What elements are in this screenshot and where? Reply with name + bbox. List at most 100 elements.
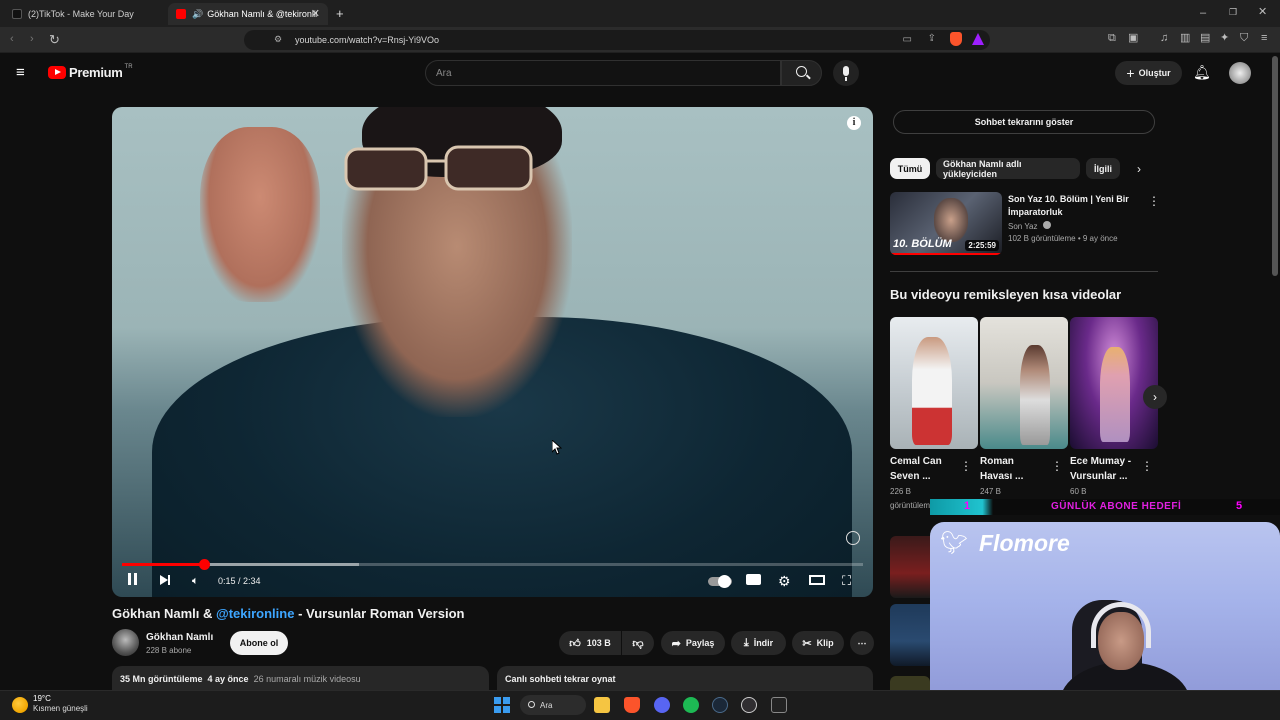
- chip-related[interactable]: İlgili: [1086, 158, 1120, 179]
- autoplay-toggle[interactable]: [708, 575, 732, 588]
- file-explorer-icon[interactable]: [594, 697, 610, 713]
- brave-rewards-icon[interactable]: [972, 33, 984, 45]
- more-horizontal-icon: ⋯: [857, 637, 867, 648]
- settings-button[interactable]: ⚙: [778, 573, 791, 589]
- create-button[interactable]: + Oluştur: [1115, 61, 1182, 85]
- dislike-button[interactable]: 👎︎: [622, 631, 654, 655]
- chips-next-icon[interactable]: ›: [1137, 163, 1141, 175]
- minimize-icon[interactable]: –: [1200, 8, 1206, 19]
- wallet-icon[interactable]: ▤: [1200, 33, 1210, 44]
- youtube-logo[interactable]: Premium TR: [48, 63, 133, 80]
- page-scrollbar[interactable]: [1272, 56, 1278, 276]
- more-actions-button[interactable]: ⋯: [850, 631, 874, 655]
- close-tab-icon[interactable]: ✕: [311, 7, 320, 20]
- url-field[interactable]: ⚙ youtube.com/watch?v=Rnsj-Yi9VOo ▭ ⇪: [244, 30, 990, 50]
- lower-thumbnail-2[interactable]: [890, 604, 930, 666]
- clip-label: Klip: [816, 638, 834, 648]
- short-1-menu-icon[interactable]: ⋮: [960, 460, 972, 472]
- download-button[interactable]: ⤓ İndir: [731, 631, 786, 655]
- recommended-thumbnail[interactable]: 10. BÖLÜM 2:25:59: [890, 192, 1002, 255]
- next-button[interactable]: [160, 573, 170, 589]
- tab-youtube[interactable]: 🔊 Gökhan Namlı & @tekironline ✕: [168, 3, 328, 25]
- short-3-menu-icon[interactable]: ⋮: [1141, 460, 1153, 472]
- subtitles-button[interactable]: [746, 573, 761, 589]
- cast-icon[interactable]: ▭: [903, 34, 912, 45]
- short-3-person: [1100, 347, 1130, 442]
- extensions-icon[interactable]: ⧉: [1108, 33, 1116, 44]
- short-thumbnail-2[interactable]: [980, 317, 1068, 449]
- recommended-channel[interactable]: Son Yaz: [1008, 221, 1051, 231]
- taskbar-search[interactable]: Ara: [520, 695, 586, 715]
- recommended-menu-icon[interactable]: ⋮: [1148, 195, 1160, 207]
- info-icon[interactable]: i: [847, 116, 861, 130]
- played-bar: [122, 563, 204, 566]
- vpn-icon[interactable]: ⛉: [1240, 33, 1248, 44]
- extension-icon[interactable]: ▣: [1128, 33, 1138, 44]
- discord-icon[interactable]: [654, 697, 670, 713]
- verified-icon: [1042, 221, 1051, 229]
- volume-button[interactable]: 🔈︎: [192, 573, 199, 589]
- voice-search-button[interactable]: [833, 60, 859, 86]
- chip-all[interactable]: Tümü: [890, 158, 930, 179]
- back-icon[interactable]: ‹: [10, 34, 14, 45]
- shorts-next-button[interactable]: ›: [1143, 385, 1167, 409]
- leo-ai-icon[interactable]: ✦: [1220, 33, 1229, 44]
- show-chat-replay-button[interactable]: Sohbet tekrarını göster: [893, 110, 1155, 134]
- reload-icon[interactable]: ↻: [49, 33, 60, 46]
- brave-shield-icon[interactable]: [950, 32, 962, 46]
- taskbar-search-icon: [528, 701, 535, 708]
- tab-tiktok[interactable]: (2)TikTok - Make Your Day: [4, 3, 164, 25]
- clip-button[interactable]: ✂ Klip: [792, 631, 844, 655]
- pause-button[interactable]: [128, 573, 137, 589]
- fullscreen-button[interactable]: ⛶: [842, 573, 851, 589]
- thumbnail-episode-text: 10. BÖLÜM: [893, 238, 952, 250]
- channel-name[interactable]: Gökhan Namlı: [146, 632, 213, 643]
- obs-icon[interactable]: [741, 697, 757, 713]
- channel-avatar[interactable]: [112, 629, 139, 656]
- recommended-title[interactable]: Son Yaz 10. Bölüm | Yeni Bir İmparatorlu…: [1008, 193, 1140, 219]
- short-2-title[interactable]: Roman Havası ...: [980, 454, 1050, 484]
- lower-thumbnail-1[interactable]: [890, 536, 930, 598]
- next-icon: [160, 575, 168, 585]
- new-tab-button[interactable]: +: [336, 7, 344, 20]
- media-icon[interactable]: ♫: [1160, 33, 1168, 44]
- close-window-icon[interactable]: ✕: [1258, 7, 1267, 18]
- subscribe-button[interactable]: Abone ol: [230, 631, 288, 655]
- short-1-title[interactable]: Cemal Can Seven ...: [890, 454, 960, 484]
- app-icon[interactable]: [771, 697, 787, 713]
- logo-country: TR: [124, 63, 133, 70]
- goal-label: GÜNLÜK ABONE HEDEFİ: [1051, 501, 1182, 512]
- scrubber-handle[interactable]: [198, 559, 210, 570]
- lower-thumbnail-3[interactable]: [890, 676, 930, 690]
- time-display: 0:15 / 2:34: [218, 576, 261, 586]
- short-3-title[interactable]: Ece Mumay - Vursunlar ...: [1070, 454, 1140, 484]
- spotify-icon[interactable]: [683, 697, 699, 713]
- windows-start-button[interactable]: [494, 697, 510, 713]
- short-2-menu-icon[interactable]: ⋮: [1051, 460, 1063, 472]
- menu-icon[interactable]: ≡: [1261, 33, 1267, 44]
- subscriber-count: 228 B abone: [146, 646, 192, 655]
- brave-browser-icon[interactable]: [624, 697, 640, 713]
- restore-icon[interactable]: ❐: [1229, 8, 1237, 17]
- taskbar-search-label: Ara: [540, 700, 553, 710]
- share-button[interactable]: ➦ Paylaş: [661, 631, 725, 655]
- mention-link[interactable]: @tekironline: [216, 606, 294, 621]
- chip-from-uploader[interactable]: Gökhan Namlı adlı yükleyiciden: [936, 158, 1080, 179]
- video-player[interactable]: i 🔈︎ 0:15 / 2:34 ⚙ ⛶: [112, 107, 873, 597]
- theater-mode-button[interactable]: [809, 573, 825, 589]
- share-page-icon[interactable]: ⇪: [928, 33, 936, 44]
- short-3-views: 60 B: [1070, 487, 1087, 496]
- site-info-icon[interactable]: ⚙: [274, 34, 282, 45]
- forward-icon[interactable]: ›: [30, 34, 34, 45]
- notifications-bell-icon[interactable]: 🔔︎: [1193, 65, 1211, 79]
- search-button[interactable]: [781, 60, 822, 86]
- like-button[interactable]: 👍︎ 103 B: [559, 631, 621, 655]
- sidebar-toggle-icon[interactable]: ▥: [1180, 33, 1190, 44]
- account-avatar[interactable]: [1229, 62, 1251, 84]
- short-thumbnail-3[interactable]: [1070, 317, 1158, 449]
- steam-icon[interactable]: [712, 697, 728, 713]
- progress-bar[interactable]: [122, 559, 863, 570]
- short-thumbnail-1[interactable]: [890, 317, 978, 449]
- hamburger-menu-icon[interactable]: ≡: [16, 65, 25, 80]
- search-input[interactable]: Ara: [425, 60, 781, 86]
